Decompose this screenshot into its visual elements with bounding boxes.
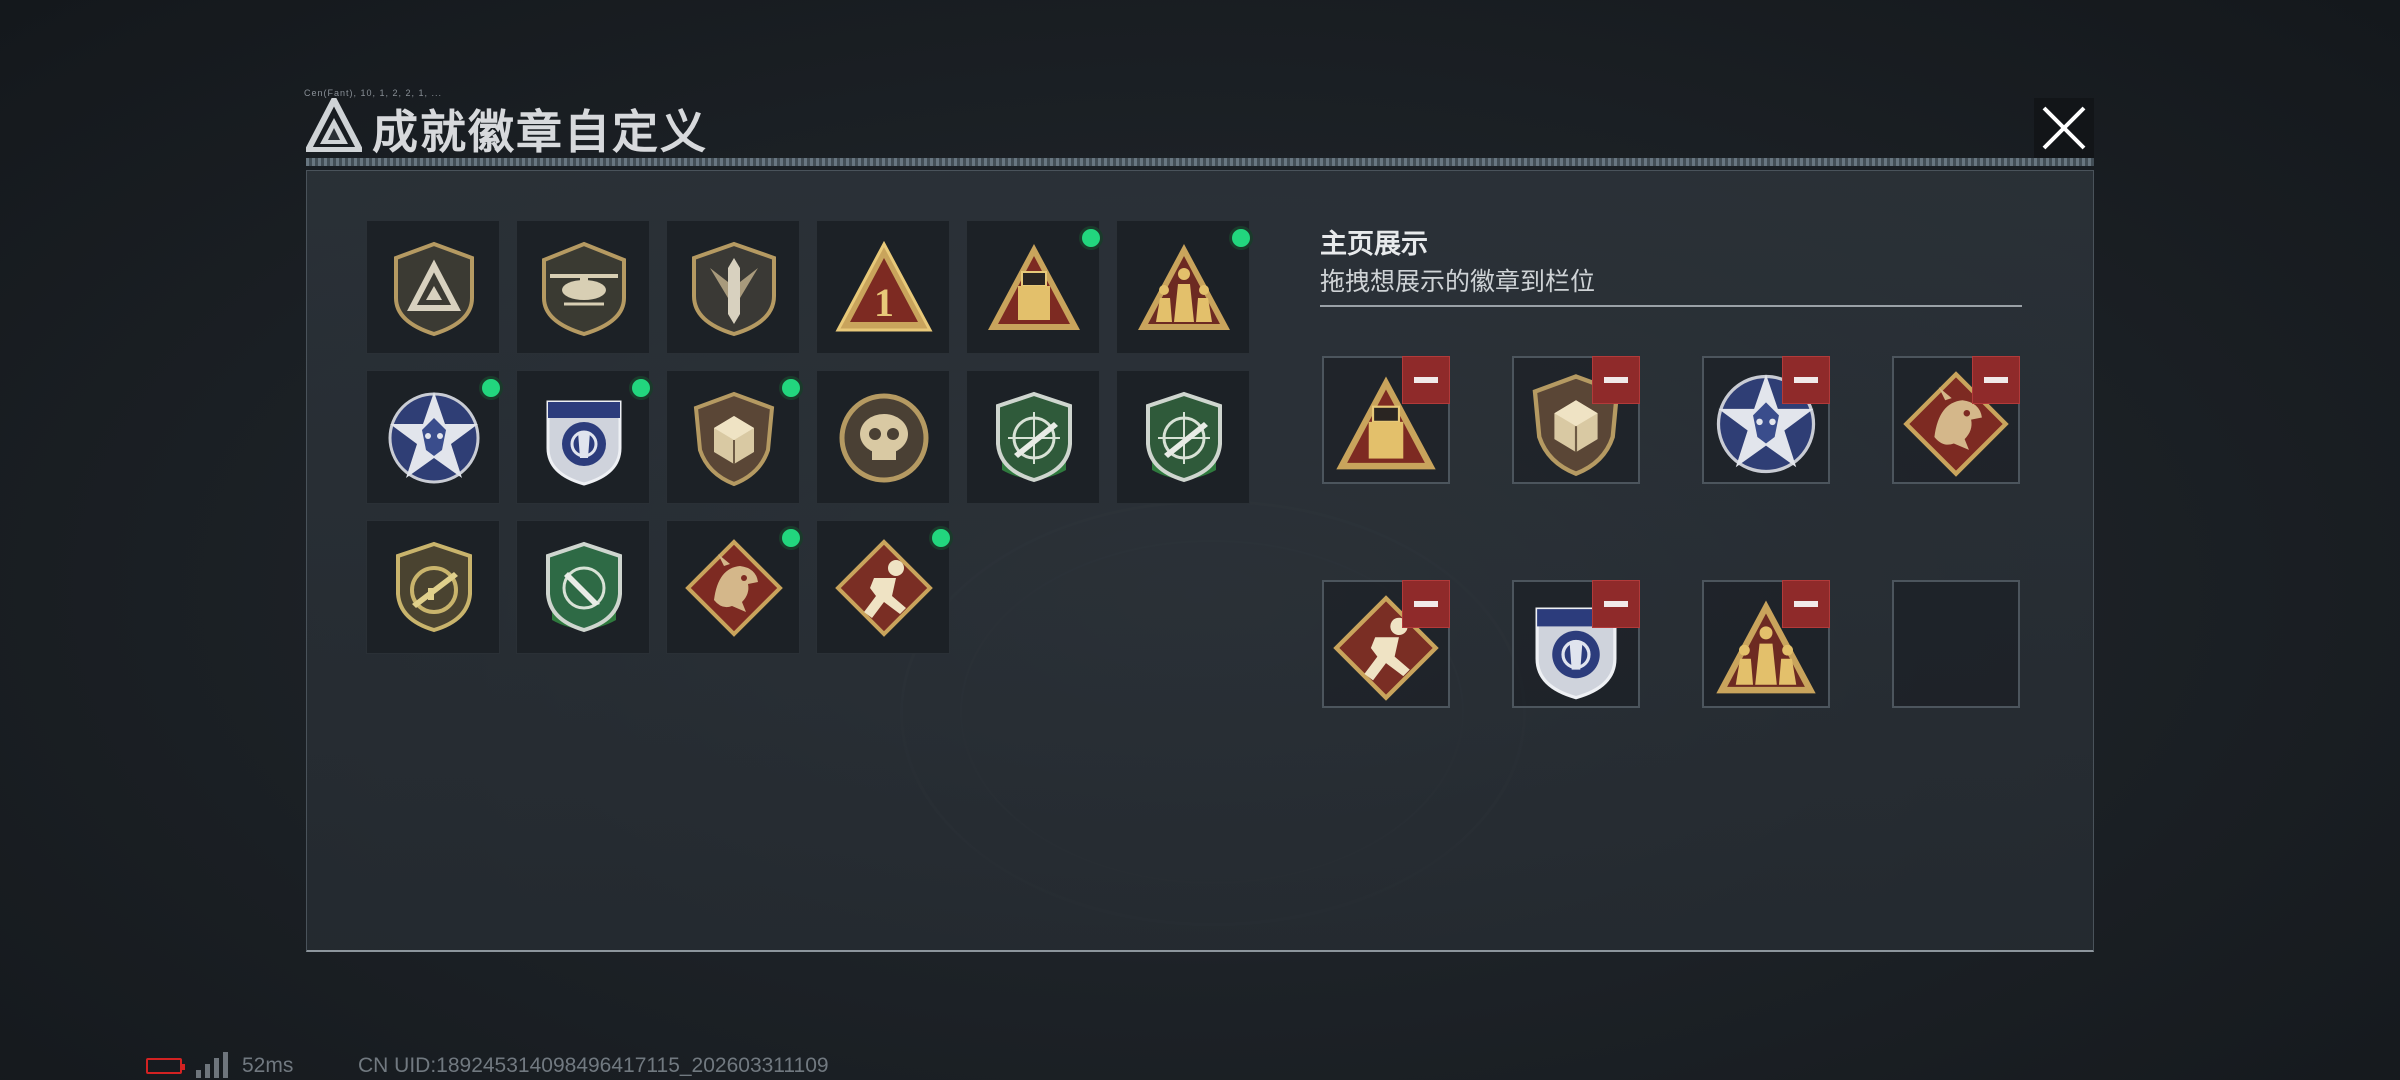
close-icon [2042, 106, 2086, 150]
badge-cell[interactable] [816, 520, 953, 654]
badge-cell[interactable] [666, 370, 803, 504]
badge-cell[interactable] [966, 220, 1103, 354]
remove-badge-button[interactable] [1782, 580, 1830, 628]
showcase-heading: 主页展示 [1320, 229, 1428, 259]
remove-badge-button[interactable] [1592, 580, 1640, 628]
badge-cell[interactable] [516, 370, 653, 504]
showcase-slot[interactable] [1892, 356, 2020, 484]
badge-cell[interactable] [1116, 370, 1250, 504]
police-wolf-badge-icon [534, 388, 634, 488]
equipped-indicator-dot [1229, 226, 1253, 250]
helicopter-shield-badge-icon [534, 238, 634, 338]
remove-badge-button[interactable] [1592, 356, 1640, 404]
page-title: 成就徽章自定义 [372, 106, 708, 158]
ping-readout: 52ms [242, 1054, 294, 1077]
showcase-divider [1320, 305, 2022, 307]
remove-badge-button[interactable] [1782, 356, 1830, 404]
equipped-indicator-dot [1079, 226, 1103, 250]
showcase-slot[interactable] [1512, 580, 1640, 708]
badge-cell[interactable] [366, 370, 503, 504]
star-wolf-badge-icon [384, 388, 484, 488]
badge-cell[interactable] [366, 220, 500, 354]
gold-rifle-shield-badge-icon [384, 538, 484, 638]
showcase-subtitle: 拖拽想展示的徽章到栏位 [1320, 268, 1596, 296]
usb-drive-triangle-badge-icon [984, 238, 1084, 338]
header-divider-bar [306, 158, 2094, 166]
dragon-diamond-badge-icon [684, 538, 784, 638]
remove-badge-button[interactable] [1402, 356, 1450, 404]
equipped-indicator-dot [629, 376, 653, 400]
battery-icon [146, 1058, 185, 1074]
skull-round-badge-icon [834, 388, 934, 488]
showcase-slot[interactable] [1322, 580, 1450, 708]
equipped-indicator-dot [929, 526, 953, 550]
showcase-slot[interactable] [1702, 356, 1830, 484]
badge-cell[interactable] [816, 370, 950, 504]
game-logo-icon [306, 98, 362, 152]
equipped-indicator-dot [779, 376, 803, 400]
showcase-slot[interactable] [1322, 356, 1450, 484]
badge-cell[interactable] [516, 220, 650, 354]
showcase-slot[interactable] [1702, 580, 1830, 708]
badge-cell[interactable] [516, 520, 650, 654]
triangle-emblem-shield-badge-icon [384, 238, 484, 338]
showcase-slot-empty[interactable] [1892, 580, 2020, 708]
badge-cell[interactable] [1116, 220, 1253, 354]
remove-badge-button[interactable] [1402, 580, 1450, 628]
green-crosshair-rifle-badge-2-icon [1134, 388, 1234, 488]
badge-cell[interactable] [966, 370, 1100, 504]
badge-cell[interactable] [366, 520, 500, 654]
uid-text: CN UID:189245314098496417115_20260331110… [358, 1054, 829, 1077]
equipped-indicator-dot [779, 526, 803, 550]
badge-cell[interactable] [666, 520, 803, 654]
runner-diamond-badge-icon [834, 538, 934, 638]
dice-shield-badge-icon [684, 388, 784, 488]
signal-icon [196, 1052, 228, 1078]
green-knife-shield-badge-icon [534, 538, 634, 638]
remove-badge-button[interactable] [1972, 356, 2020, 404]
equipped-indicator-dot [479, 376, 503, 400]
showcase-slot[interactable] [1512, 356, 1640, 484]
sword-wings-shield-badge-icon [684, 238, 784, 338]
close-button[interactable] [2034, 98, 2094, 158]
badge-cell[interactable] [666, 220, 800, 354]
squad-triangle-badge-icon [1134, 238, 1234, 338]
badge-cell[interactable] [816, 220, 950, 354]
number-one-triangle-badge-icon [834, 238, 934, 338]
green-crosshair-rifle-badge-icon [984, 388, 1084, 488]
